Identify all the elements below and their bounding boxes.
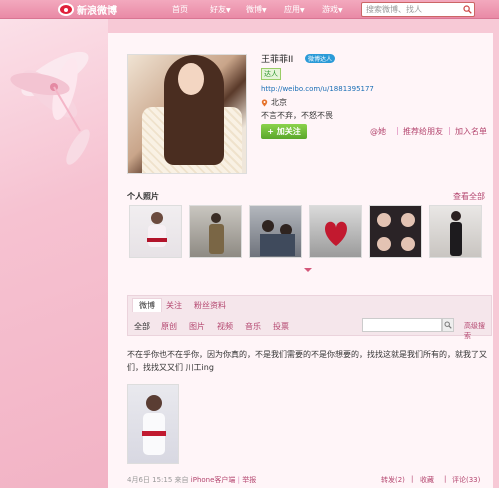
feed-search-input[interactable]: [362, 318, 442, 332]
expand-arrow-icon[interactable]: [304, 268, 312, 272]
post-source-prefix: 来自: [174, 476, 189, 484]
header-search-box[interactable]: 搜索微博、找人: [361, 2, 475, 17]
nav-item-games[interactable]: 游戏▼: [322, 4, 343, 15]
chevron-down-icon: ▼: [226, 7, 231, 14]
album-photo-1[interactable]: [129, 205, 182, 258]
follow-button[interactable]: + 加关注: [261, 124, 307, 139]
nav-item-home[interactable]: 首页: [172, 4, 188, 15]
chevron-down-icon: ▼: [338, 7, 343, 14]
profile-bio: 不言不弃，不怒不畏: [261, 111, 333, 120]
divider: |: [237, 476, 241, 484]
post-text: 不在乎你也不在乎你，因为你真的，不是我们需要的不是你想要的，找找这就是我们所有的…: [127, 350, 487, 372]
add-to-list-link[interactable]: 加入名单: [455, 126, 487, 137]
search-icon[interactable]: [442, 318, 454, 332]
divider: |: [396, 126, 399, 135]
album-photo-3[interactable]: [249, 205, 302, 258]
post-source[interactable]: iPhone客户端: [191, 476, 236, 484]
filter-original[interactable]: 原创: [161, 321, 177, 332]
filter-votes[interactable]: 投票: [273, 321, 289, 332]
album-photo-4[interactable]: [309, 205, 362, 258]
tab-weibo[interactable]: 微博: [132, 298, 162, 312]
filter-music[interactable]: 音乐: [245, 321, 261, 332]
advanced-search-link[interactable]: 高级搜索: [464, 321, 491, 341]
search-input[interactable]: 搜索微博、找人: [362, 4, 460, 15]
album-photo-2[interactable]: [189, 205, 242, 258]
weibo-eye-icon: [58, 3, 74, 16]
filter-videos[interactable]: 视频: [217, 321, 233, 332]
theme-background-decoration: [0, 19, 108, 488]
post-image[interactable]: [127, 384, 179, 464]
album-photo-6[interactable]: [429, 205, 482, 258]
comment-link[interactable]: 评论(33): [452, 475, 480, 485]
profile-location: 北京: [261, 97, 287, 108]
tab-follows[interactable]: 关注: [166, 300, 182, 311]
divider: |: [411, 475, 414, 483]
recommend-to-friends-link[interactable]: 推荐给朋友: [403, 126, 443, 137]
profile-content-panel: 王菲菲II 微博达人 达人 http://weibo.com/u/1881395…: [108, 33, 493, 488]
nav-item-friends[interactable]: 好友▼: [210, 4, 231, 15]
profile-url-link[interactable]: http://weibo.com/u/1881395177: [261, 85, 374, 93]
vip-badge[interactable]: 微博达人: [305, 54, 336, 63]
mention-her-link[interactable]: @她: [370, 126, 386, 137]
filter-all[interactable]: 全部: [134, 321, 150, 332]
profile-name: 王菲菲II: [261, 55, 294, 65]
album-section-title: 个人照片: [127, 192, 159, 201]
divider: |: [444, 475, 447, 483]
lily-flower-icon: [10, 51, 90, 165]
album-photo-5[interactable]: [369, 205, 422, 258]
view-all-photos-link[interactable]: 查看全部: [453, 191, 485, 202]
feed-tabs: 微博 关注 粉丝资料 全部 原创 图片 视频 音乐 投票 高级搜索: [127, 295, 492, 340]
talent-tag[interactable]: 达人: [261, 68, 281, 80]
search-icon[interactable]: [460, 3, 474, 16]
favorite-link[interactable]: 收藏: [420, 475, 434, 485]
logo-text: 新浪微博: [77, 6, 117, 17]
repost-link[interactable]: 转发(2): [381, 475, 405, 485]
chevron-down-icon: ▼: [262, 7, 267, 14]
nav-item-weibo[interactable]: 微博▼: [246, 4, 267, 15]
profile-avatar[interactable]: [127, 54, 247, 174]
weibo-logo[interactable]: 新浪微博: [58, 2, 117, 17]
filter-images[interactable]: 图片: [189, 321, 205, 332]
post-time[interactable]: 4月6日 15:15: [127, 476, 172, 484]
divider: |: [448, 126, 451, 135]
chevron-down-icon: ▼: [300, 7, 305, 14]
tab-profile-info[interactable]: 粉丝资料: [194, 300, 226, 311]
report-link[interactable]: 举报: [242, 476, 256, 484]
top-navigation-bar: 新浪微博 首页 好友▼ 微博▼ 应用▼ 游戏▼ 搜索微博、找人: [0, 0, 499, 19]
location-pin-icon: [261, 99, 268, 106]
nav-item-apps[interactable]: 应用▼: [284, 4, 305, 15]
post-meta: 4月6日 15:15 来自 iPhone客户端 | 举报: [127, 475, 256, 485]
